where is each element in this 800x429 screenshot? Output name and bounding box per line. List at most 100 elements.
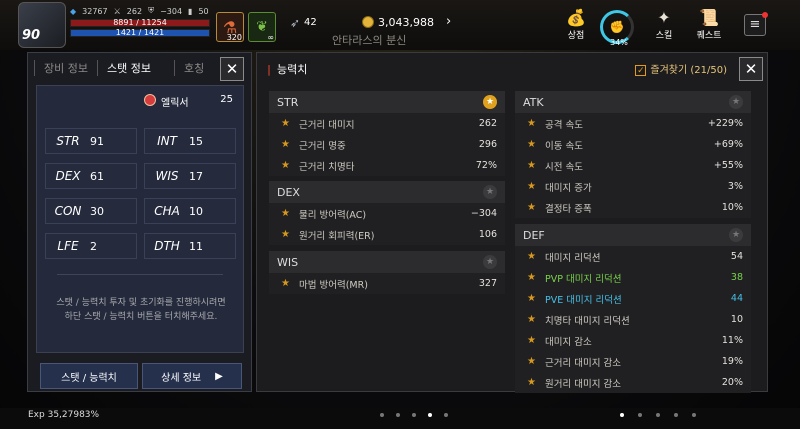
- mp-text: 1421 / 1421: [115, 28, 165, 37]
- ability-name: 이동 속도: [545, 140, 583, 152]
- stat-value: 2: [90, 239, 97, 253]
- ability-value: −304: [470, 208, 497, 219]
- star-icon[interactable]: ★: [527, 181, 545, 192]
- ability-row: ★ PVP 대미지 리덕션 38: [515, 267, 751, 288]
- potion-slot[interactable]: ⚗ 320: [216, 12, 244, 42]
- stat-dth: DTH 11: [144, 233, 236, 259]
- star-icon[interactable]: ★: [527, 118, 545, 129]
- quest-label: 퀘스트: [696, 31, 722, 41]
- star-icon[interactable]: ★: [281, 208, 299, 219]
- stats-box: 엘릭서 25 STR 91 INT 15 DEX 61 WIS 17 CON 30 CHA…: [36, 85, 244, 353]
- section-title: DEF: [523, 228, 545, 242]
- section-dex: DEX ★ ★ 물리 방어력(AC) −304 ★ 원거리 회피력(ER) 106: [269, 181, 505, 245]
- skill-label: 스킬: [655, 31, 673, 41]
- quest-button[interactable]: 📜 퀘스트: [693, 8, 725, 41]
- ability-row: ★ 근거리 대미지 감소 19%: [515, 351, 751, 372]
- stats-ability-button[interactable]: 스탯 / 능력치: [40, 363, 138, 389]
- star-icon[interactable]: ★: [729, 95, 743, 109]
- star-icon[interactable]: ★: [527, 202, 545, 213]
- ability-row: ★ PVE 대미지 리덕션 44: [515, 288, 751, 309]
- ability-name: 대미지 증가: [545, 182, 592, 194]
- ability-name: 근거리 대미지 감소: [545, 357, 621, 369]
- star-icon[interactable]: ★: [527, 251, 545, 262]
- stats-description: 스탯 / 능력치 투자 및 초기화를 진행하시려면 하단 스탯 / 능력치 버튼…: [43, 296, 239, 324]
- ability-row: ★ 치명타 대미지 리덕션 10: [515, 309, 751, 330]
- ability-name: 원거리 대미지 감소: [545, 378, 621, 390]
- tab-equipment[interactable]: 장비 정보: [34, 60, 97, 76]
- star-icon[interactable]: ★: [281, 160, 299, 171]
- section-header: DEX ★: [269, 181, 505, 203]
- stat-label: CON: [54, 204, 82, 218]
- herb-slot[interactable]: ❦ ∞: [248, 12, 276, 42]
- feather-icon: ➶: [290, 16, 301, 30]
- ability-value: 10: [730, 314, 743, 325]
- star-icon[interactable]: ★: [527, 335, 545, 346]
- defense-icon: ⛨: [148, 6, 155, 15]
- star-icon[interactable]: ★: [527, 377, 545, 388]
- page-dots: [380, 413, 448, 417]
- chevron-right-icon[interactable]: ›: [446, 14, 451, 29]
- stat-value: 17: [189, 169, 203, 183]
- stat-value: 10: [189, 204, 203, 218]
- stat-str: STR 91: [45, 128, 137, 154]
- tab-title[interactable]: 호칭: [173, 60, 213, 76]
- divider: [57, 274, 223, 275]
- ability-panel: | 능력치 ✓ 즐겨찾기 (21/50) ✕ STR ★ ★ 근거리 대미지 262 ★ 근…: [256, 52, 768, 393]
- ability-value: +229%: [707, 118, 743, 129]
- power-icon: ◆: [70, 6, 77, 16]
- ability-title-text: 능력치: [277, 63, 308, 76]
- section-header: WIS ★: [269, 251, 505, 273]
- bag-icon: 💰: [566, 8, 586, 27]
- star-icon[interactable]: ★: [281, 229, 299, 240]
- shop-button[interactable]: 💰 상점: [560, 8, 592, 41]
- ability-value: 296: [478, 139, 497, 150]
- mp-bar: 1421 / 1421: [70, 28, 210, 37]
- favorites-toggle[interactable]: ✓ 즐겨찾기 (21/50): [635, 61, 727, 76]
- close-left-panel-button[interactable]: ✕: [220, 57, 244, 81]
- star-icon[interactable]: ★: [483, 95, 497, 109]
- gold-amount: 3,043,988: [378, 16, 434, 29]
- section-header: DEF ★: [515, 224, 751, 246]
- star-icon[interactable]: ★: [281, 139, 299, 150]
- star-icon[interactable]: ★: [281, 278, 299, 289]
- star-icon[interactable]: ★: [483, 255, 497, 269]
- ability-row: ★ 공격 속도 +229%: [515, 113, 751, 134]
- tab-stats[interactable]: 스탯 정보: [96, 60, 160, 76]
- ability-value: 44: [730, 293, 743, 304]
- ability-value: 3%: [727, 181, 743, 192]
- ability-value: 19%: [721, 356, 743, 367]
- ability-title: | 능력치: [267, 63, 308, 76]
- description-line: 하단 스탯 / 능력치 버튼을 터치해주세요.: [64, 312, 218, 322]
- power-value: 32767: [82, 6, 108, 16]
- section-str: STR ★ ★ 근거리 대미지 262 ★ 근거리 명중 296 ★ 근거리 치명타 72%: [269, 91, 505, 176]
- ring-percent: 34%: [610, 38, 628, 47]
- close-right-panel-button[interactable]: ✕: [739, 57, 763, 81]
- star-icon[interactable]: ★: [527, 139, 545, 150]
- ability-row: ★ 근거리 명중 296: [269, 134, 505, 155]
- star-icon[interactable]: ★: [527, 160, 545, 171]
- star-icon[interactable]: ★: [527, 356, 545, 367]
- stat-value: 11: [189, 239, 203, 253]
- stat-label: STR: [56, 134, 80, 148]
- elixir-value: 25: [220, 94, 233, 105]
- detail-info-button[interactable]: 상세 정보 ▶: [142, 363, 242, 389]
- stat-label: WIS: [155, 169, 179, 183]
- star-icon[interactable]: ★: [729, 228, 743, 242]
- notification-dot: [762, 12, 768, 18]
- ability-name: 시전 속도: [545, 161, 583, 173]
- checkbox-icon: ✓: [635, 65, 647, 76]
- ability-name: 공격 속도: [545, 119, 583, 131]
- skill-button[interactable]: ✦ 스킬: [648, 8, 680, 41]
- star-icon[interactable]: ★: [483, 185, 497, 199]
- description-line: 스탯 / 능력치 투자 및 초기화를 진행하시려면: [56, 298, 226, 308]
- section-title: WIS: [277, 255, 299, 269]
- star-icon[interactable]: ★: [527, 272, 545, 283]
- star-icon[interactable]: ★: [281, 118, 299, 129]
- ability-name: 마법 방어력(MR): [299, 279, 368, 291]
- ability-value: 11%: [721, 335, 743, 346]
- hp-bar: 8891 / 11254: [70, 18, 210, 27]
- stat-dex: DEX 61: [45, 163, 137, 189]
- status-bars: ◆ 32767 ⚔ 262 ⛨ −304 ▮ 50 8891 / 11254 1…: [70, 5, 210, 37]
- star-icon[interactable]: ★: [527, 314, 545, 325]
- star-icon[interactable]: ★: [527, 293, 545, 304]
